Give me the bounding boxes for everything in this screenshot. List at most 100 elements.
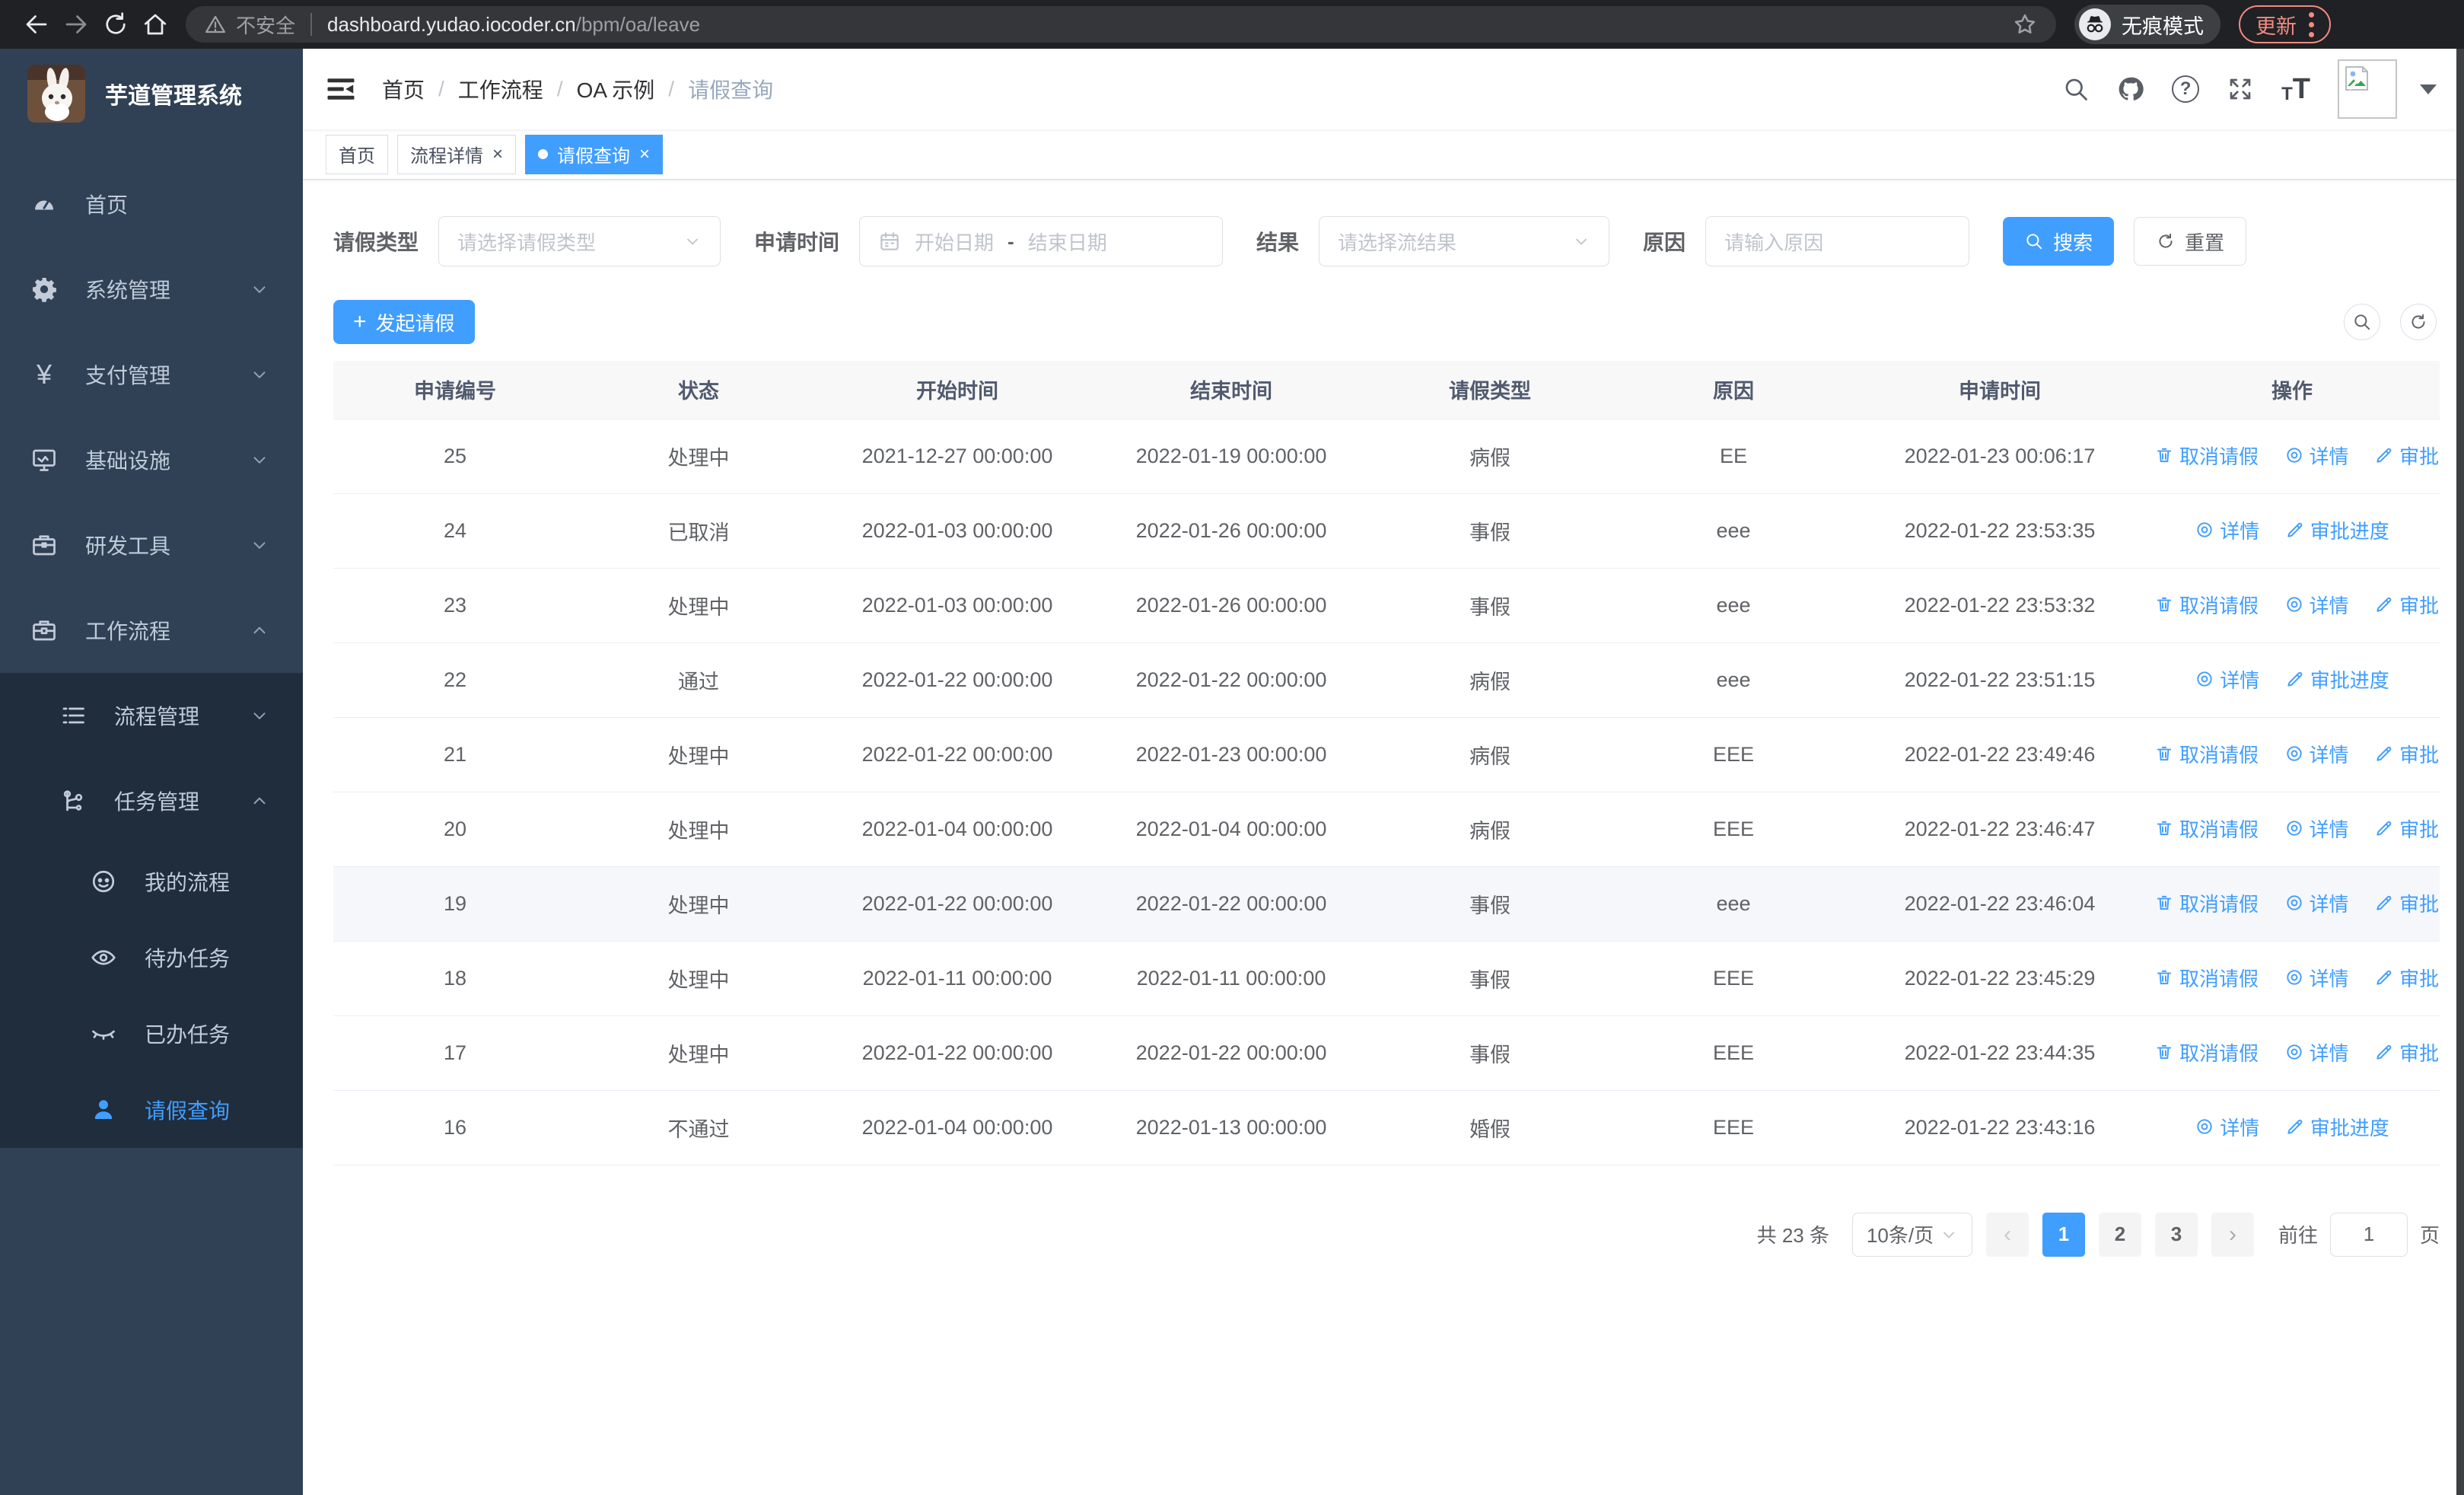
trash-icon: [2157, 747, 2172, 761]
sidebar-item-process-mgmt[interactable]: 流程管理: [0, 673, 303, 758]
detail-icon: [2286, 746, 2302, 761]
show-search-toggle-button[interactable]: [2344, 304, 2380, 340]
col-actions: 操作: [2144, 361, 2440, 419]
fullscreen-icon[interactable]: [2227, 75, 2254, 103]
cancel-leave-link[interactable]: 取消请假: [2154, 740, 2259, 768]
collapse-sidebar-icon[interactable]: [326, 74, 356, 104]
window-scrollbar-track[interactable]: [2456, 49, 2464, 1495]
detail-link[interactable]: 详情: [2195, 1113, 2259, 1141]
pen-icon: [2287, 672, 2303, 687]
cell-actions: 取消请假 详情 审批进度: [2144, 1015, 2440, 1091]
browser-update-button[interactable]: 更新: [2239, 5, 2331, 43]
goto-page-input[interactable]: 1: [2329, 1212, 2408, 1257]
detail-link[interactable]: 详情: [2284, 964, 2349, 992]
cancel-leave-link[interactable]: 取消请假: [2154, 814, 2259, 843]
detail-link[interactable]: 详情: [2284, 889, 2349, 917]
goto-label: 前往: [2278, 1224, 2318, 1247]
cell-apply-time: 2022-01-22 23:46:04: [1855, 866, 2144, 942]
detail-link[interactable]: 详情: [2284, 591, 2349, 619]
reason-input[interactable]: 请输入原因: [1705, 216, 1970, 266]
page-size-select[interactable]: 10条/页: [1851, 1212, 1972, 1257]
browser-reload-button[interactable]: [96, 5, 135, 44]
app-logo-row[interactable]: 芋道管理系统: [0, 49, 303, 139]
detail-link[interactable]: 详情: [2195, 516, 2259, 544]
sidebar-item-infra[interactable]: 基础设施: [0, 417, 303, 502]
github-icon[interactable]: [2117, 75, 2144, 103]
cancel-leave-link[interactable]: 取消请假: [2154, 1038, 2259, 1066]
user-icon: [94, 1100, 113, 1119]
sidebar-menu: 首页 系统管理 ¥ 支付管理 基础设施 研发工具 工作流程 流程管理 任务管理 …: [0, 161, 303, 1148]
font-size-icon[interactable]: TT: [2281, 75, 2310, 104]
sidebar-item-devtools[interactable]: 研发工具: [0, 502, 303, 588]
sidebar-item-workflow[interactable]: 工作流程: [0, 588, 303, 673]
search-icon[interactable]: [2062, 75, 2090, 103]
sidebar-item-payment[interactable]: ¥ 支付管理: [0, 332, 303, 417]
apply-time-range-picker[interactable]: 开始日期 - 结束日期: [859, 216, 1224, 266]
prev-page-button[interactable]: ‹: [1985, 1212, 2029, 1257]
sidebar-item-done-tasks[interactable]: 已办任务: [0, 996, 303, 1072]
security-chip[interactable]: 不安全: [204, 11, 295, 39]
cell-end-time: 2022-01-04 00:00:00: [1094, 792, 1368, 867]
tab-process-detail[interactable]: 流程详情 ×: [397, 134, 517, 174]
approval-progress-link[interactable]: 审批进度: [2374, 740, 2440, 768]
sidebar-item-system[interactable]: 系统管理: [0, 247, 303, 332]
detail-link[interactable]: 详情: [2195, 665, 2259, 693]
cell-status: 处理中: [577, 866, 820, 942]
detail-link[interactable]: 详情: [2284, 441, 2349, 470]
bookmark-star-icon[interactable]: [2012, 11, 2038, 37]
cell-reason: eee: [1612, 866, 1855, 942]
approval-progress-link[interactable]: 审批进度: [2285, 1113, 2389, 1141]
cell-apply-id: 22: [333, 642, 577, 718]
user-avatar[interactable]: [2338, 59, 2397, 119]
pen-icon: [2287, 1120, 2303, 1134]
detail-link[interactable]: 详情: [2284, 814, 2349, 843]
help-icon[interactable]: ?: [2172, 75, 2200, 103]
chevron-up-icon: [253, 626, 266, 634]
search-button[interactable]: 搜索: [2003, 217, 2115, 266]
breadcrumb-workflow[interactable]: 工作流程: [458, 74, 543, 104]
sidebar-item-home[interactable]: 首页: [0, 161, 303, 247]
breadcrumb-oa[interactable]: OA 示例: [577, 74, 655, 104]
next-page-button[interactable]: ›: [2211, 1212, 2254, 1257]
detail-link[interactable]: 详情: [2284, 740, 2349, 768]
sidebar-item-leave-query[interactable]: 请假查询: [0, 1072, 303, 1148]
close-tab-icon[interactable]: ×: [492, 144, 503, 165]
approval-progress-link[interactable]: 审批进度: [2374, 1038, 2440, 1066]
tab-home[interactable]: 首页: [326, 134, 388, 174]
cell-status: 不通过: [577, 1090, 820, 1165]
tab-leave-query[interactable]: 请假查询 ×: [525, 134, 664, 174]
approval-progress-link[interactable]: 审批进度: [2374, 889, 2440, 917]
reset-button[interactable]: 重置: [2134, 217, 2247, 266]
page-1-button[interactable]: 1: [2042, 1212, 2085, 1257]
create-leave-button[interactable]: + 发起请假: [333, 300, 475, 344]
browser-menu-icon[interactable]: [2309, 11, 2314, 37]
page-3-button[interactable]: 3: [2154, 1212, 2198, 1257]
close-tab-icon[interactable]: ×: [639, 144, 650, 165]
cancel-leave-link[interactable]: 取消请假: [2154, 441, 2259, 470]
approval-progress-link[interactable]: 审批进度: [2374, 814, 2440, 843]
browser-home-button[interactable]: [135, 5, 175, 44]
refresh-table-button[interactable]: [2400, 304, 2437, 340]
result-select[interactable]: 请选择流结果: [1319, 216, 1610, 266]
browser-back-button[interactable]: [17, 5, 56, 44]
sidebar-item-task-mgmt[interactable]: 任务管理: [0, 758, 303, 843]
sidebar-item-my-process[interactable]: 我的流程: [0, 843, 303, 920]
leave-type-select[interactable]: 请选择请假类型: [438, 216, 721, 266]
browser-forward-button[interactable]: [56, 5, 96, 44]
approval-progress-link[interactable]: 审批进度: [2285, 516, 2389, 544]
face-icon: [92, 870, 115, 893]
cancel-leave-link[interactable]: 取消请假: [2154, 889, 2259, 917]
approval-progress-link[interactable]: 审批进度: [2374, 441, 2440, 470]
avatar-dropdown-caret-icon[interactable]: [2420, 84, 2437, 94]
breadcrumb-home[interactable]: 首页: [382, 74, 425, 104]
cancel-leave-link[interactable]: 取消请假: [2154, 964, 2259, 992]
cancel-leave-link[interactable]: 取消请假: [2154, 591, 2259, 619]
cell-reason: eee: [1612, 568, 1855, 643]
approval-progress-link[interactable]: 审批进度: [2374, 964, 2440, 992]
approval-progress-link[interactable]: 审批进度: [2374, 591, 2440, 619]
sidebar-item-todo-tasks[interactable]: 待办任务: [0, 920, 303, 996]
detail-link[interactable]: 详情: [2284, 1038, 2349, 1066]
page-2-button[interactable]: 2: [2098, 1212, 2141, 1257]
approval-progress-link[interactable]: 审批进度: [2285, 665, 2389, 693]
url-bar[interactable]: 不安全 dashboard.yudao.iocoder.cn /bpm/oa/l…: [186, 6, 2056, 43]
